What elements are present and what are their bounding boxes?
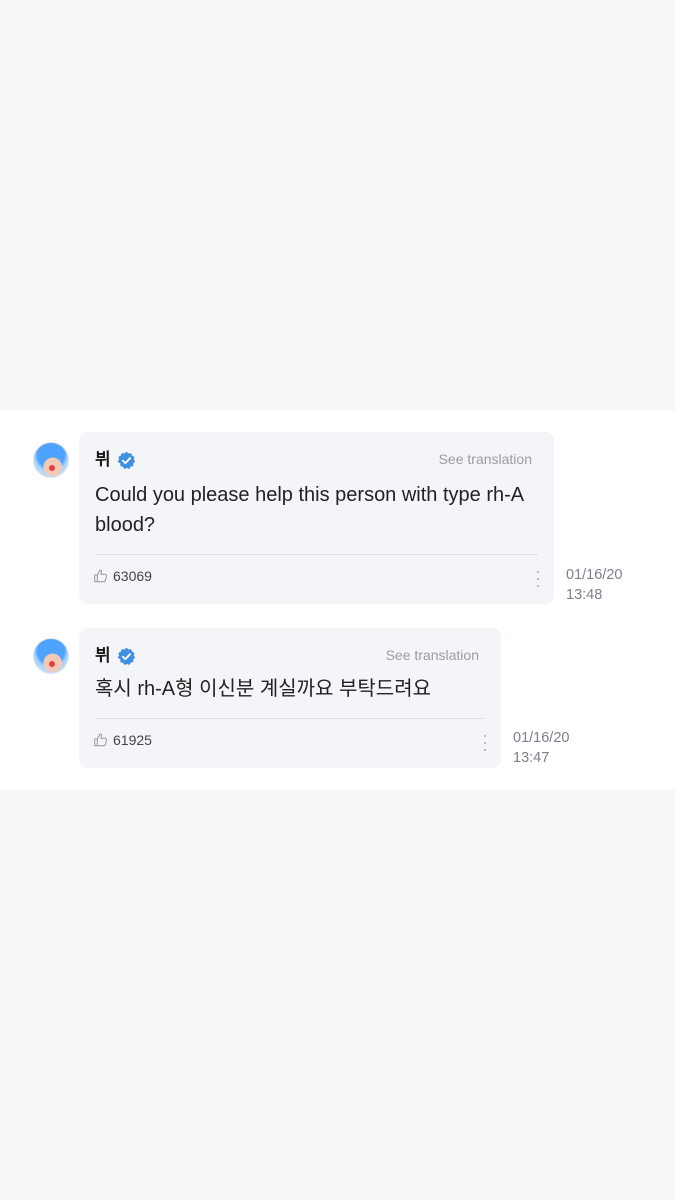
timestamp: 01/16/20 13:48	[566, 565, 622, 605]
timestamp-time: 13:48	[566, 587, 603, 603]
like-button[interactable]: 63069	[93, 568, 152, 584]
like-count: 63069	[113, 568, 152, 584]
thumbs-up-icon	[94, 569, 108, 583]
more-vertical-icon	[484, 735, 486, 737]
author-row: 뷔	[95, 646, 136, 666]
comment-feed: 뷔 See translation Could you please help …	[0, 410, 675, 790]
divider	[95, 718, 485, 719]
like-count: 61925	[113, 732, 152, 748]
more-dot	[537, 578, 539, 580]
thumbs-up-icon	[94, 733, 108, 747]
more-dot	[484, 749, 486, 751]
timestamp-date: 01/16/20	[513, 730, 570, 746]
more-dot	[484, 742, 486, 744]
see-translation-link[interactable]: See translation	[386, 647, 479, 663]
more-vertical-icon	[537, 571, 539, 573]
verified-badge-icon	[117, 647, 135, 665]
comment-text: 혹시 rh-A형 이신분 계실까요 부탁드려요	[95, 678, 432, 700]
author-row: 뷔	[95, 450, 136, 470]
more-options-button[interactable]	[536, 571, 540, 587]
more-dot	[537, 585, 539, 587]
avatar[interactable]	[33, 638, 69, 674]
timestamp-date: 01/16/20	[566, 567, 623, 583]
author-name[interactable]: 뷔	[95, 646, 111, 666]
avatar[interactable]	[33, 442, 69, 478]
like-button[interactable]: 61925	[93, 732, 152, 748]
timestamp-time: 13:47	[513, 750, 550, 766]
see-translation-link[interactable]: See translation	[439, 451, 532, 467]
comment-bubble: 뷔 See translation 혹시 rh-A형 이신분 계실까요 부탁드려…	[79, 628, 501, 768]
timestamp: 01/16/20 13:47	[513, 728, 569, 768]
comment-bubble: 뷔 See translation Could you please help …	[79, 432, 554, 604]
divider	[95, 554, 538, 555]
author-name[interactable]: 뷔	[95, 450, 111, 470]
verified-badge-icon	[117, 451, 135, 469]
more-options-button[interactable]	[483, 735, 487, 751]
comment-text: Could you please help this person with t…	[95, 484, 524, 536]
